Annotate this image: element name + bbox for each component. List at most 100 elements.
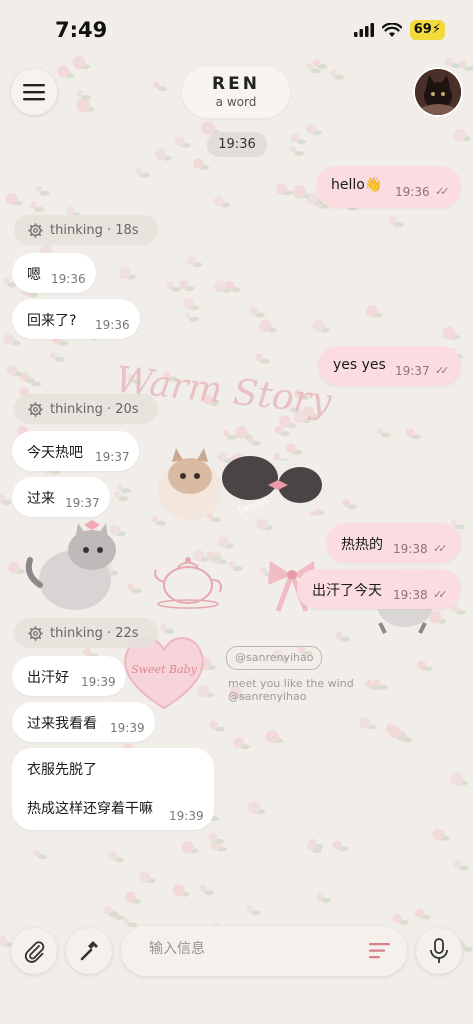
wallpaper-leaf [189, 316, 200, 322]
wallpaper-flower [208, 832, 218, 843]
thinking-indicator[interactable]: thinking · 18s [14, 215, 158, 245]
wallpaper-flower [116, 483, 124, 491]
message-time: 19:39 [169, 809, 204, 823]
attach-button[interactable] [11, 928, 57, 974]
wallpaper-flower [388, 216, 398, 225]
wallpaper-leaf [227, 434, 238, 440]
wallpaper-flower [35, 185, 43, 194]
menu-button[interactable] [11, 69, 57, 115]
wallpaper-flower [213, 280, 227, 293]
received-message[interactable]: 衣服先脱了 热成这样还穿着干嘛 19:39 [12, 748, 214, 830]
hamburger-menu-icon [23, 84, 45, 101]
wallpaper-leaf [294, 150, 305, 156]
message-text: 今天热吧 [27, 445, 83, 461]
message-text: 回来了? [27, 313, 77, 329]
wallpaper-flower [335, 631, 344, 640]
composer-bar [0, 920, 473, 980]
wallpaper-flower [290, 133, 300, 143]
wallpaper-leaf [37, 854, 48, 860]
sent-message[interactable]: yes yes 19:37 ✓✓ [318, 346, 461, 386]
received-message[interactable]: 今天热吧 19:37 [12, 431, 139, 471]
wallpaper-caption: meet you like the wind [228, 677, 354, 690]
wallpaper-flower [172, 884, 185, 897]
chat-header: REN a word [0, 62, 473, 122]
wallpaper-flower [442, 326, 456, 340]
thinking-label: thinking · 18s [50, 222, 139, 238]
wallpaper-flower [228, 561, 236, 569]
teapot-sticker [154, 557, 222, 609]
sent-message[interactable]: 出汗了今天 19:38 ✓✓ [297, 569, 461, 609]
wallpaper-flower [233, 737, 245, 749]
wallpaper-flower [305, 123, 316, 134]
avatar[interactable] [415, 69, 461, 115]
contact-title[interactable]: REN a word [182, 66, 290, 118]
status-bar: 7:49 69⚡ [0, 0, 473, 56]
message-text-line: 热成这样还穿着干嘛 [27, 801, 153, 817]
wallpaper-flower [307, 842, 315, 851]
signal-icon [353, 23, 374, 37]
wallpaper-flower [312, 320, 326, 333]
thinking-label: thinking · 22s [50, 625, 139, 641]
wallpaper-flower [265, 730, 279, 744]
thinking-indicator[interactable]: thinking · 22s [14, 618, 158, 648]
message-text: 出汗了今天 [312, 583, 382, 599]
message-time: 19:36 [395, 185, 430, 199]
received-message[interactable]: 回来了? 19:36 [12, 299, 140, 339]
status-indicators: 69⚡ [353, 20, 445, 40]
wallpaper-flower [376, 427, 383, 435]
wallpaper-flower [192, 158, 204, 169]
sent-message[interactable]: hello👋 19:36 ✓✓ [316, 166, 461, 208]
received-message[interactable]: 嗯 19:36 [12, 253, 96, 293]
contact-subtitle: a word [215, 95, 257, 109]
paperclip-icon [24, 941, 45, 963]
kitten-sticker [25, 520, 116, 610]
message-text: 出汗好 [27, 670, 69, 686]
received-message[interactable]: 出汗好 19:39 [12, 656, 126, 696]
wallpaper-leaf [250, 910, 261, 916]
message-time: 19:36 [95, 318, 130, 332]
gear-icon [28, 222, 43, 238]
double-check-icon: ✓✓ [435, 364, 450, 377]
wallpaper-flower [259, 319, 272, 333]
charging-icon: ⚡ [431, 22, 441, 37]
status-time: 7:49 [55, 18, 108, 42]
handle-badge: @sanrenyihao [226, 646, 323, 670]
tool-button[interactable] [66, 928, 112, 974]
wallpaper-flower [276, 183, 288, 195]
wallpaper-flower [365, 679, 373, 688]
cat-avatar-icon [415, 69, 461, 115]
message-text: 热热的 [341, 537, 383, 553]
wallpaper-flower [8, 561, 20, 574]
received-message[interactable]: 过来 19:37 [12, 477, 110, 517]
message-text: hello👋 [331, 177, 383, 193]
message-text: 嗯 [27, 267, 41, 283]
message-time: 19:36 [51, 272, 86, 286]
wallpaper-flower [453, 128, 467, 141]
thinking-indicator[interactable]: thinking · 20s [14, 394, 158, 424]
handle-badge-text: @sanrenyihao [235, 651, 314, 664]
message-text-line: 衣服先脱了 [27, 762, 97, 778]
wallpaper-flower [155, 148, 167, 161]
wallpaper-flower [223, 430, 230, 437]
wallpaper-flower [366, 305, 378, 317]
message-input[interactable] [147, 940, 351, 958]
wallpaper-flower [3, 333, 15, 345]
voice-button[interactable] [416, 928, 462, 974]
received-message[interactable]: 过来我看看 19:39 [12, 702, 155, 742]
message-time: 19:37 [395, 364, 430, 378]
wallpaper-flower [118, 267, 131, 280]
date-divider: 19:36 [207, 132, 267, 157]
lines-icon[interactable] [369, 942, 391, 960]
message-text: yes yes [333, 357, 386, 373]
wallpaper-flower [135, 167, 143, 175]
wallpaper-leaf [454, 524, 465, 530]
wallpaper-flower [450, 772, 464, 786]
gear-icon [28, 401, 43, 417]
hammer-icon [80, 941, 98, 961]
wallpaper-flower [182, 298, 194, 310]
wallpaper-leaf [380, 432, 391, 438]
wallpaper-flower [139, 871, 150, 883]
wallpaper-flower [373, 679, 380, 687]
sent-message[interactable]: 热热的 19:38 ✓✓ [326, 523, 461, 563]
wallpaper-flower [247, 801, 261, 815]
